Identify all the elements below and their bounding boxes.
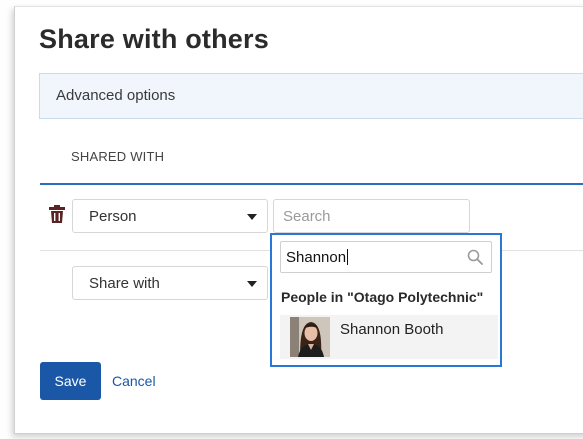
- dialog-title: Share with others: [39, 24, 269, 54]
- trash-icon[interactable]: [49, 205, 65, 223]
- people-group-label: People in "Otago Polytechnic": [281, 289, 484, 305]
- person-result-name: Shannon Booth: [340, 321, 444, 338]
- shared-with-heading: SHARED WITH: [71, 149, 165, 164]
- save-button[interactable]: Save: [40, 362, 101, 400]
- share-type-select[interactable]: Person: [72, 199, 268, 233]
- advanced-options-label: Advanced options: [56, 87, 176, 104]
- chevron-down-icon: [247, 281, 257, 287]
- people-search-value: Shannon: [286, 249, 349, 266]
- section-divider: [40, 183, 583, 185]
- share-with-value: Share with: [89, 275, 160, 292]
- person-search-input[interactable]: Search: [273, 199, 470, 233]
- person-result-item[interactable]: Shannon Booth: [280, 315, 498, 359]
- search-icon[interactable]: [467, 249, 483, 265]
- chevron-down-icon: [247, 214, 257, 220]
- avatar: [290, 317, 330, 357]
- share-with-select[interactable]: Share with: [72, 266, 268, 300]
- cancel-link[interactable]: Cancel: [112, 373, 156, 389]
- page: Share with others Advanced options SHARE…: [0, 0, 583, 439]
- people-picker-dropdown: Shannon People in "Otago Polytechnic" Sh…: [270, 233, 502, 367]
- text-cursor: [347, 249, 349, 265]
- people-search-input[interactable]: Shannon: [280, 241, 492, 273]
- advanced-options-toggle[interactable]: Advanced options: [39, 73, 583, 119]
- share-type-value: Person: [89, 208, 137, 225]
- people-search-query: Shannon: [286, 249, 347, 266]
- search-placeholder: Search: [283, 208, 331, 225]
